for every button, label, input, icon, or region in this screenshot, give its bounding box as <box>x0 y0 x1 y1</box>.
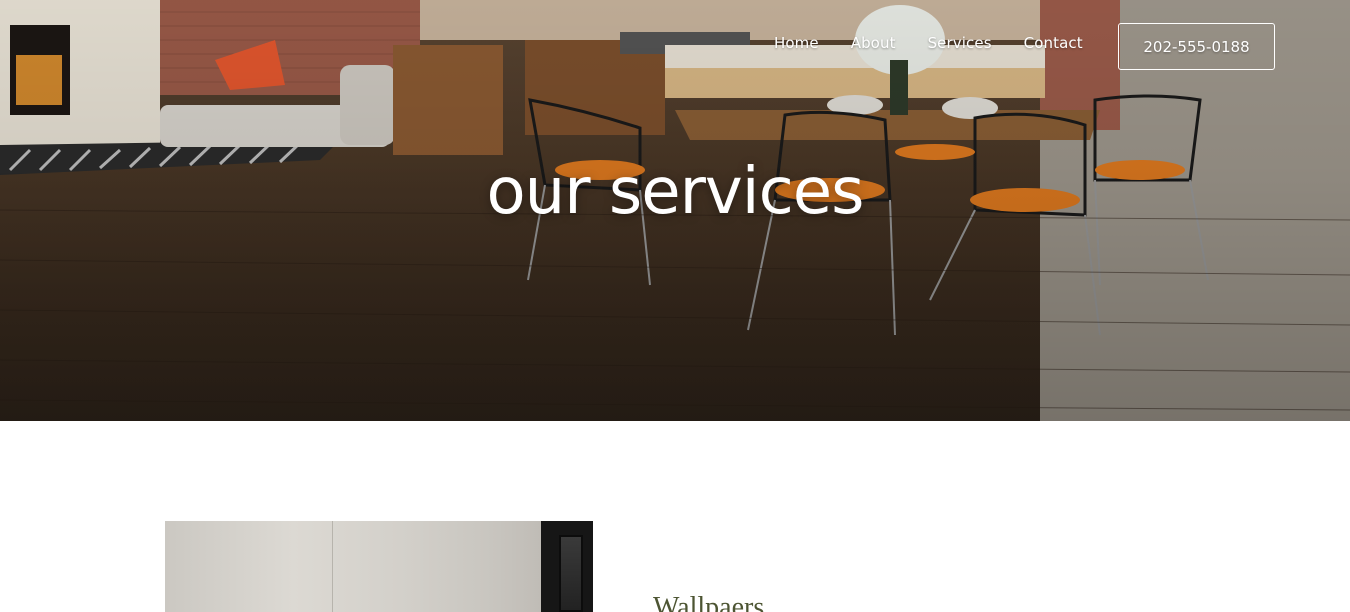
service-heading-wallpapers: Wallpaers <box>653 592 765 612</box>
nav-link-home[interactable]: Home <box>774 34 819 52</box>
hero-banner: Home About Services Contact 202-555-0188… <box>0 0 1350 421</box>
page: Home About Services Contact 202-555-0188… <box>0 0 1350 612</box>
nav-link-about[interactable]: About <box>851 34 896 52</box>
nav-link-services[interactable]: Services <box>928 34 992 52</box>
wall-panel-seam <box>332 521 333 612</box>
service-image-wallpapers <box>165 521 593 612</box>
door-glass <box>559 535 583 612</box>
door-frame <box>541 521 593 612</box>
main-navigation: Home About Services Contact <box>774 34 1083 52</box>
page-title: our services <box>486 155 865 229</box>
nav-link-contact[interactable]: Contact <box>1024 34 1083 52</box>
phone-call-button[interactable]: 202-555-0188 <box>1118 23 1275 70</box>
